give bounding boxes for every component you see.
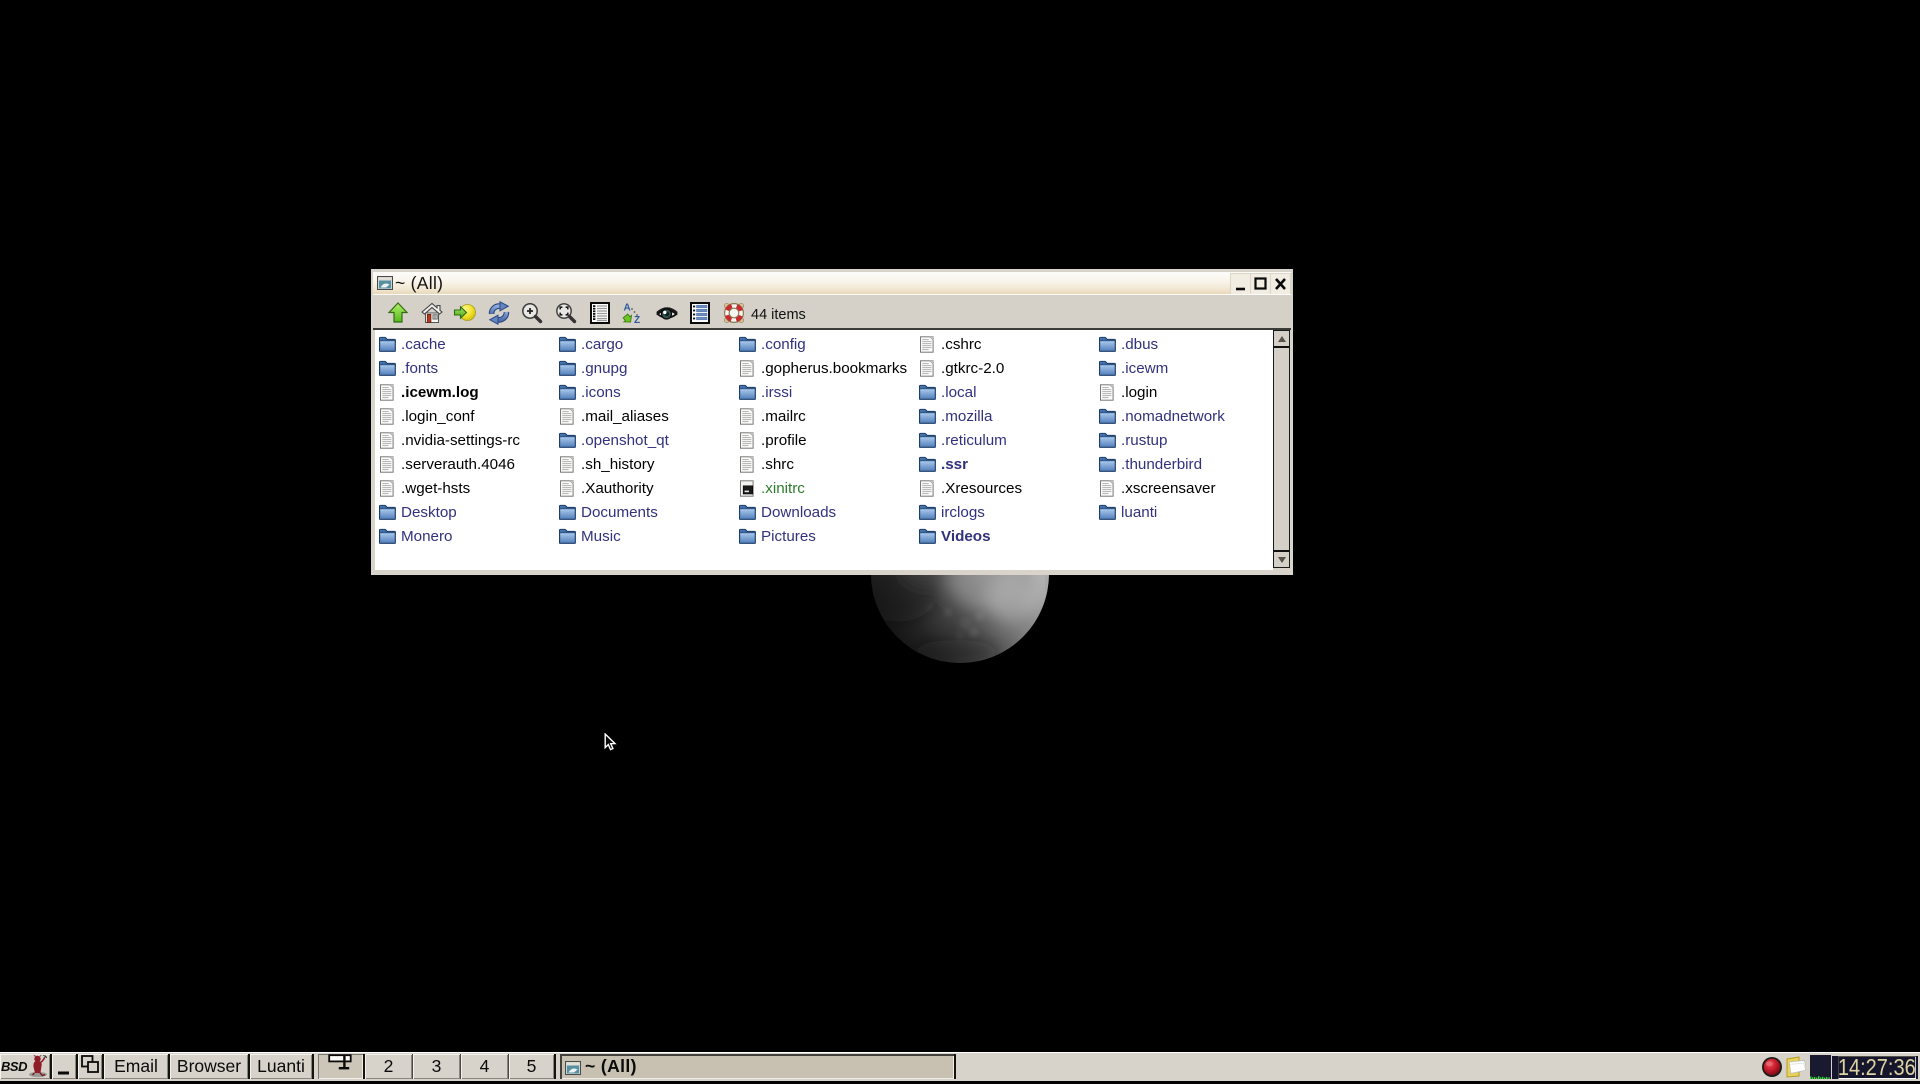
svg-text:A: A [624,303,631,314]
svg-text:Z: Z [634,315,640,325]
